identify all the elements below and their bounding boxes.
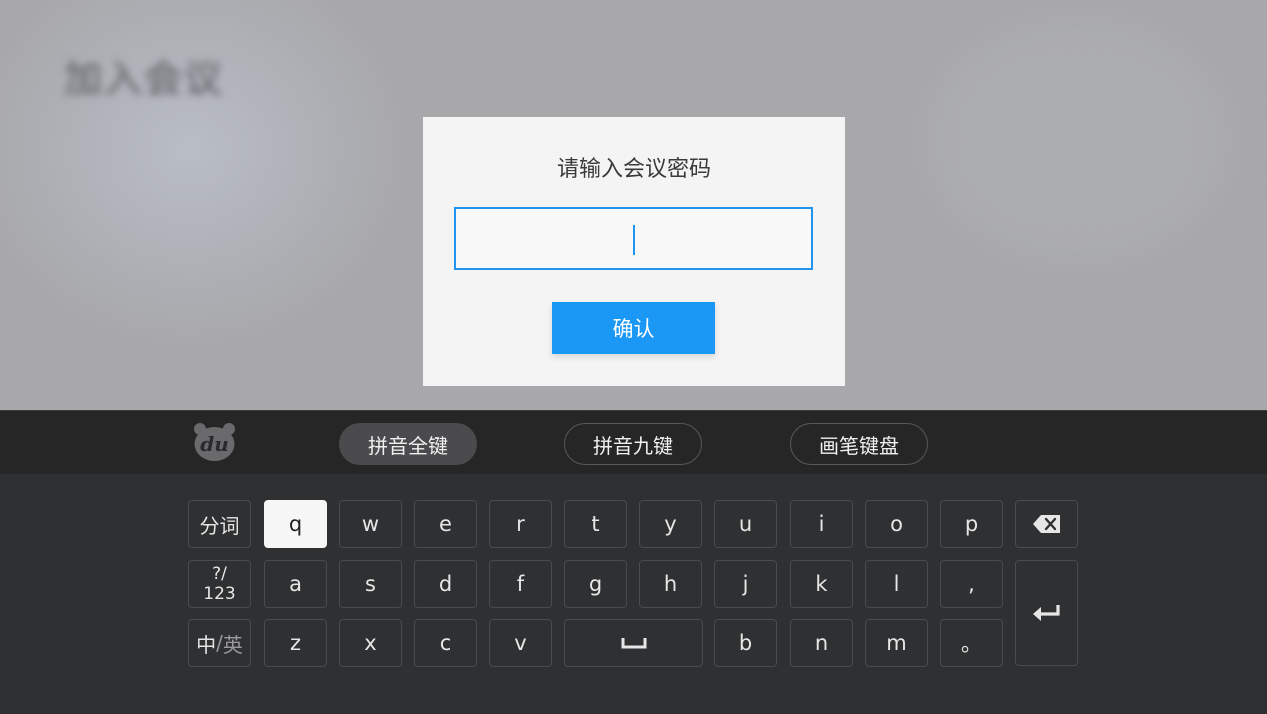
lang-zh-label: 中 — [196, 632, 217, 657]
key-p[interactable]: p — [940, 500, 1003, 548]
mode-handwriting-button[interactable]: 画笔键盘 — [790, 423, 928, 465]
background-page-title: 加入会议 — [64, 57, 225, 101]
key-u[interactable]: u — [714, 500, 777, 548]
du-bear-logo-icon: du — [192, 421, 237, 463]
key-symbols[interactable]: ?/ 123 — [188, 560, 251, 608]
key-s[interactable]: s — [339, 560, 402, 608]
key-n[interactable]: n — [790, 619, 853, 667]
key-y[interactable]: y — [639, 500, 702, 548]
keyboard-toolbar: du 拼音全键 拼音九键 画笔键盘 — [0, 410, 1267, 474]
key-e[interactable]: e — [414, 500, 477, 548]
key-m[interactable]: m — [865, 619, 928, 667]
key-symbols-line2: 123 — [203, 584, 236, 604]
key-l[interactable]: l — [865, 560, 928, 608]
key-a[interactable]: a — [264, 560, 327, 608]
key-o[interactable]: o — [865, 500, 928, 548]
key-i[interactable]: i — [790, 500, 853, 548]
dialog-title: 请输入会议密码 — [556, 157, 711, 182]
mode-pinyin-full-button[interactable]: 拼音全键 — [339, 423, 477, 465]
key-z[interactable]: z — [264, 619, 327, 667]
key-h[interactable]: h — [639, 560, 702, 608]
key-q[interactable]: q — [264, 500, 327, 548]
key-g[interactable]: g — [564, 560, 627, 608]
key-backspace[interactable] — [1015, 500, 1078, 548]
key-c[interactable]: c — [414, 619, 477, 667]
key-d[interactable]: d — [414, 560, 477, 608]
key-v[interactable]: v — [489, 619, 552, 667]
mode-pinyin-nine-button[interactable]: 拼音九键 — [564, 423, 702, 465]
key-comma[interactable]: , — [940, 560, 1003, 608]
key-r[interactable]: r — [489, 500, 552, 548]
key-enter[interactable] — [1015, 560, 1078, 666]
key-language-switch[interactable]: 中 / 英 — [188, 619, 251, 667]
password-dialog: 请输入会议密码 确认 — [423, 117, 845, 386]
key-b[interactable]: b — [714, 619, 777, 667]
lang-en-label: 英 — [222, 632, 243, 657]
key-w[interactable]: w — [339, 500, 402, 548]
key-j[interactable]: j — [714, 560, 777, 608]
confirm-button[interactable]: 确认 — [552, 302, 715, 354]
key-x[interactable]: x — [339, 619, 402, 667]
lang-sep-label: / — [216, 631, 223, 655]
key-space[interactable] — [564, 619, 703, 667]
key-f[interactable]: f — [489, 560, 552, 608]
background-blob — [927, 20, 1227, 260]
key-period[interactable]: 。 — [940, 619, 1003, 667]
backspace-icon — [1032, 515, 1060, 533]
key-k[interactable]: k — [790, 560, 853, 608]
key-symbols-line1: ?/ — [212, 564, 227, 584]
key-segment[interactable]: 分词 — [188, 500, 251, 548]
password-input[interactable] — [454, 207, 813, 270]
keyboard: 分词 q w e r t y u i o p ?/ 123 a s d f g … — [0, 474, 1267, 714]
space-icon — [621, 638, 646, 649]
key-t[interactable]: t — [564, 500, 627, 548]
enter-icon — [1032, 605, 1060, 621]
text-caret — [633, 225, 635, 255]
svg-text:du: du — [200, 432, 229, 456]
